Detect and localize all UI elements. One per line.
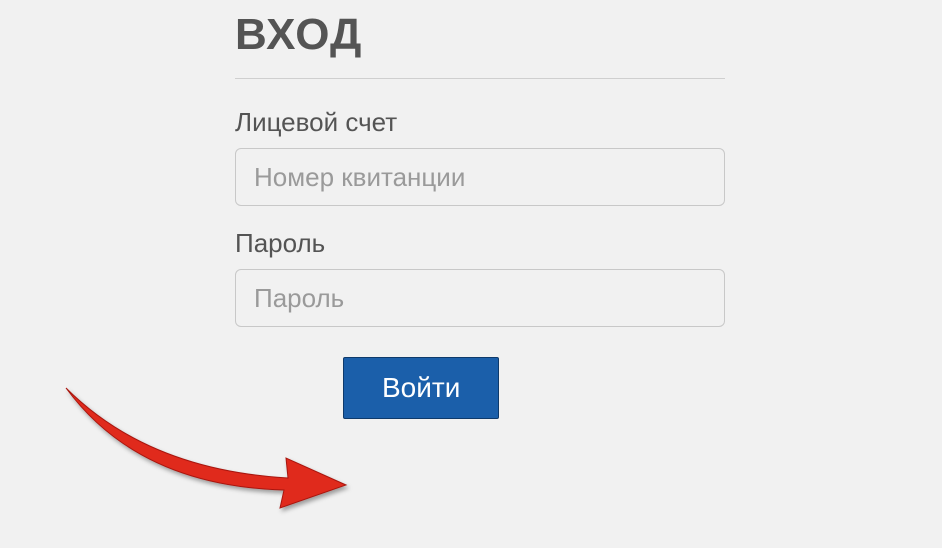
divider (235, 78, 725, 79)
password-field-group: Пароль (235, 228, 725, 327)
login-form: ВХОД Лицевой счет Пароль Войти (235, 10, 725, 419)
account-label: Лицевой счет (235, 107, 725, 138)
account-input[interactable] (235, 148, 725, 206)
login-button[interactable]: Войти (343, 357, 499, 419)
page-title: ВХОД (235, 10, 725, 60)
account-field-group: Лицевой счет (235, 107, 725, 206)
password-label: Пароль (235, 228, 725, 259)
button-row: Войти (235, 357, 725, 419)
password-input[interactable] (235, 269, 725, 327)
